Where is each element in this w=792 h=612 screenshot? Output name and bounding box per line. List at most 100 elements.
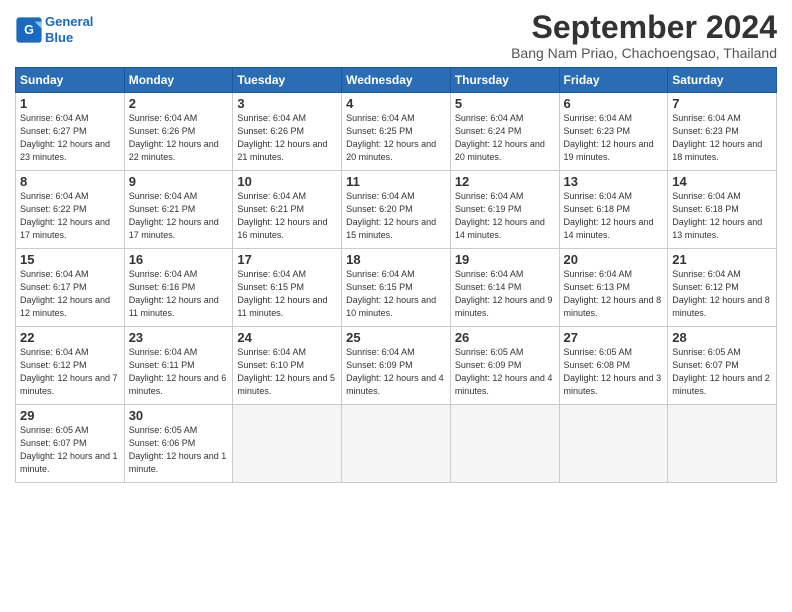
calendar-week-3: 15Sunrise: 6:04 AMSunset: 6:17 PMDayligh…: [16, 249, 777, 327]
calendar-cell: 15Sunrise: 6:04 AMSunset: 6:17 PMDayligh…: [16, 249, 125, 327]
calendar-week-4: 22Sunrise: 6:04 AMSunset: 6:12 PMDayligh…: [16, 327, 777, 405]
day-number: 20: [564, 252, 664, 267]
day-number: 21: [672, 252, 772, 267]
calendar-cell: 1Sunrise: 6:04 AMSunset: 6:27 PMDaylight…: [16, 93, 125, 171]
day-number: 23: [129, 330, 229, 345]
day-number: 6: [564, 96, 664, 111]
day-number: 30: [129, 408, 229, 423]
calendar-cell: 17Sunrise: 6:04 AMSunset: 6:15 PMDayligh…: [233, 249, 342, 327]
month-title: September 2024: [511, 10, 777, 45]
calendar-week-5: 29Sunrise: 6:05 AMSunset: 6:07 PMDayligh…: [16, 405, 777, 483]
location: Bang Nam Priao, Chachoengsao, Thailand: [511, 45, 777, 61]
day-number: 5: [455, 96, 555, 111]
calendar-table: SundayMondayTuesdayWednesdayThursdayFrid…: [15, 67, 777, 483]
column-header-wednesday: Wednesday: [342, 68, 451, 93]
day-info: Sunrise: 6:05 AMSunset: 6:07 PMDaylight:…: [672, 346, 772, 398]
column-header-saturday: Saturday: [668, 68, 777, 93]
day-info: Sunrise: 6:04 AMSunset: 6:09 PMDaylight:…: [346, 346, 446, 398]
day-info: Sunrise: 6:04 AMSunset: 6:21 PMDaylight:…: [129, 190, 229, 242]
day-info: Sunrise: 6:04 AMSunset: 6:18 PMDaylight:…: [672, 190, 772, 242]
day-number: 10: [237, 174, 337, 189]
day-info: Sunrise: 6:04 AMSunset: 6:25 PMDaylight:…: [346, 112, 446, 164]
calendar-cell: 28Sunrise: 6:05 AMSunset: 6:07 PMDayligh…: [668, 327, 777, 405]
day-info: Sunrise: 6:04 AMSunset: 6:11 PMDaylight:…: [129, 346, 229, 398]
calendar-cell: 7Sunrise: 6:04 AMSunset: 6:23 PMDaylight…: [668, 93, 777, 171]
day-number: 22: [20, 330, 120, 345]
calendar-cell: 26Sunrise: 6:05 AMSunset: 6:09 PMDayligh…: [450, 327, 559, 405]
day-number: 9: [129, 174, 229, 189]
calendar-cell: 19Sunrise: 6:04 AMSunset: 6:14 PMDayligh…: [450, 249, 559, 327]
logo-text: General Blue: [45, 14, 93, 45]
day-info: Sunrise: 6:04 AMSunset: 6:20 PMDaylight:…: [346, 190, 446, 242]
svg-text:G: G: [24, 23, 34, 37]
column-header-sunday: Sunday: [16, 68, 125, 93]
logo: G General Blue: [15, 14, 93, 45]
column-header-friday: Friday: [559, 68, 668, 93]
calendar-week-2: 8Sunrise: 6:04 AMSunset: 6:22 PMDaylight…: [16, 171, 777, 249]
calendar-week-1: 1Sunrise: 6:04 AMSunset: 6:27 PMDaylight…: [16, 93, 777, 171]
calendar-cell: 24Sunrise: 6:04 AMSunset: 6:10 PMDayligh…: [233, 327, 342, 405]
day-info: Sunrise: 6:04 AMSunset: 6:13 PMDaylight:…: [564, 268, 664, 320]
calendar-cell: 30Sunrise: 6:05 AMSunset: 6:06 PMDayligh…: [124, 405, 233, 483]
day-number: 29: [20, 408, 120, 423]
calendar-cell: 10Sunrise: 6:04 AMSunset: 6:21 PMDayligh…: [233, 171, 342, 249]
day-number: 25: [346, 330, 446, 345]
day-number: 27: [564, 330, 664, 345]
day-info: Sunrise: 6:04 AMSunset: 6:17 PMDaylight:…: [20, 268, 120, 320]
calendar-cell: 11Sunrise: 6:04 AMSunset: 6:20 PMDayligh…: [342, 171, 451, 249]
day-info: Sunrise: 6:04 AMSunset: 6:15 PMDaylight:…: [237, 268, 337, 320]
calendar-cell: [342, 405, 451, 483]
day-number: 18: [346, 252, 446, 267]
calendar-header-row: SundayMondayTuesdayWednesdayThursdayFrid…: [16, 68, 777, 93]
day-info: Sunrise: 6:04 AMSunset: 6:23 PMDaylight:…: [564, 112, 664, 164]
calendar-cell: [559, 405, 668, 483]
day-info: Sunrise: 6:05 AMSunset: 6:06 PMDaylight:…: [129, 424, 229, 476]
day-number: 17: [237, 252, 337, 267]
calendar-cell: 14Sunrise: 6:04 AMSunset: 6:18 PMDayligh…: [668, 171, 777, 249]
calendar-cell: 29Sunrise: 6:05 AMSunset: 6:07 PMDayligh…: [16, 405, 125, 483]
day-info: Sunrise: 6:04 AMSunset: 6:24 PMDaylight:…: [455, 112, 555, 164]
calendar-cell: 13Sunrise: 6:04 AMSunset: 6:18 PMDayligh…: [559, 171, 668, 249]
header: G General Blue September 2024 Bang Nam P…: [15, 10, 777, 61]
day-info: Sunrise: 6:04 AMSunset: 6:19 PMDaylight:…: [455, 190, 555, 242]
calendar-cell: 9Sunrise: 6:04 AMSunset: 6:21 PMDaylight…: [124, 171, 233, 249]
day-number: 3: [237, 96, 337, 111]
day-info: Sunrise: 6:04 AMSunset: 6:15 PMDaylight:…: [346, 268, 446, 320]
calendar-cell: 2Sunrise: 6:04 AMSunset: 6:26 PMDaylight…: [124, 93, 233, 171]
day-number: 19: [455, 252, 555, 267]
day-number: 28: [672, 330, 772, 345]
page-container: G General Blue September 2024 Bang Nam P…: [0, 0, 792, 493]
calendar-cell: 22Sunrise: 6:04 AMSunset: 6:12 PMDayligh…: [16, 327, 125, 405]
day-number: 11: [346, 174, 446, 189]
calendar-cell: [668, 405, 777, 483]
day-number: 4: [346, 96, 446, 111]
calendar-cell: 12Sunrise: 6:04 AMSunset: 6:19 PMDayligh…: [450, 171, 559, 249]
day-info: Sunrise: 6:04 AMSunset: 6:16 PMDaylight:…: [129, 268, 229, 320]
day-info: Sunrise: 6:05 AMSunset: 6:09 PMDaylight:…: [455, 346, 555, 398]
calendar-cell: 16Sunrise: 6:04 AMSunset: 6:16 PMDayligh…: [124, 249, 233, 327]
day-number: 8: [20, 174, 120, 189]
calendar-cell: 3Sunrise: 6:04 AMSunset: 6:26 PMDaylight…: [233, 93, 342, 171]
day-number: 2: [129, 96, 229, 111]
day-info: Sunrise: 6:04 AMSunset: 6:14 PMDaylight:…: [455, 268, 555, 320]
calendar-cell: [233, 405, 342, 483]
calendar-cell: 4Sunrise: 6:04 AMSunset: 6:25 PMDaylight…: [342, 93, 451, 171]
logo-icon: G: [15, 16, 43, 44]
day-number: 7: [672, 96, 772, 111]
day-info: Sunrise: 6:04 AMSunset: 6:26 PMDaylight:…: [237, 112, 337, 164]
day-number: 15: [20, 252, 120, 267]
day-info: Sunrise: 6:05 AMSunset: 6:07 PMDaylight:…: [20, 424, 120, 476]
day-number: 26: [455, 330, 555, 345]
day-number: 1: [20, 96, 120, 111]
column-header-monday: Monday: [124, 68, 233, 93]
day-info: Sunrise: 6:04 AMSunset: 6:18 PMDaylight:…: [564, 190, 664, 242]
day-info: Sunrise: 6:04 AMSunset: 6:10 PMDaylight:…: [237, 346, 337, 398]
calendar-cell: 25Sunrise: 6:04 AMSunset: 6:09 PMDayligh…: [342, 327, 451, 405]
day-number: 16: [129, 252, 229, 267]
calendar-cell: 27Sunrise: 6:05 AMSunset: 6:08 PMDayligh…: [559, 327, 668, 405]
calendar-cell: [450, 405, 559, 483]
calendar-cell: 18Sunrise: 6:04 AMSunset: 6:15 PMDayligh…: [342, 249, 451, 327]
column-header-tuesday: Tuesday: [233, 68, 342, 93]
calendar-cell: 23Sunrise: 6:04 AMSunset: 6:11 PMDayligh…: [124, 327, 233, 405]
day-number: 13: [564, 174, 664, 189]
